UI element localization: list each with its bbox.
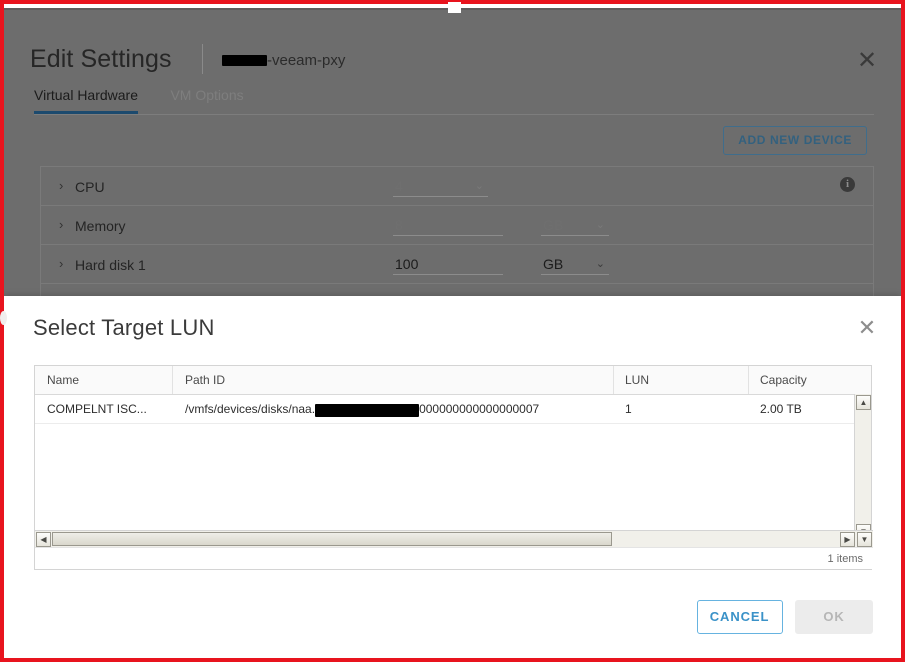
column-separator xyxy=(172,366,173,394)
expand-caret-icon[interactable]: › xyxy=(59,257,63,271)
scroll-right-icon[interactable]: ▶ xyxy=(840,532,855,547)
column-header-name[interactable]: Name xyxy=(47,373,79,388)
vm-name-suffix: -veeam-pxy xyxy=(267,52,346,69)
path-suffix: 000000000000000007 xyxy=(419,402,540,416)
dialog-top-edge xyxy=(4,8,901,10)
chevron-down-icon[interactable]: ⌄ xyxy=(475,178,484,194)
screenshot-root: Edit Settings -veeam-pxy ✕ Virtual Hardw… xyxy=(0,0,905,662)
column-header-capacity[interactable]: Capacity xyxy=(760,373,807,388)
scroll-up-icon[interactable]: ▲ xyxy=(856,395,871,410)
device-row-hard-disk-1[interactable]: › Hard disk 1 100 GB ⌄ xyxy=(41,245,873,284)
cell-lun: 1 xyxy=(625,402,632,416)
cancel-button[interactable]: CANCEL xyxy=(696,600,783,634)
hard-disk-size-value: 100 xyxy=(395,256,419,272)
tab-bar-rule xyxy=(34,114,874,115)
device-label-hard-disk-1: Hard disk 1 xyxy=(75,257,146,273)
redaction-bar-path-id xyxy=(315,404,420,418)
vm-name: -veeam-pxy xyxy=(222,51,345,71)
memory-unit-select[interactable]: GB ⌄ xyxy=(541,215,609,236)
page-title: Edit Settings xyxy=(30,45,172,73)
capture-frame-bottom xyxy=(0,658,905,662)
edit-settings-dialog: Edit Settings -veeam-pxy ✕ Virtual Hardw… xyxy=(4,8,901,298)
add-new-device-button[interactable]: ADD NEW DEVICE xyxy=(723,126,867,155)
cell-name: COMPELNT ISC... xyxy=(47,402,147,416)
column-separator xyxy=(613,366,614,394)
lun-dialog-title: Select Target LUN xyxy=(33,315,215,340)
cell-capacity: 2.00 TB xyxy=(760,402,802,416)
memory-size-input[interactable]: 8 xyxy=(393,215,503,236)
lun-table-footer: 1 items xyxy=(35,547,873,569)
redaction-bar-vm-name xyxy=(222,54,267,66)
edit-settings-header: Edit Settings -veeam-pxy ✕ xyxy=(4,24,901,74)
lun-table-body: COMPELNT ISC... /vmfs/devices/disks/naa.… xyxy=(35,395,871,541)
hard-disk-unit-value: GB xyxy=(543,256,564,272)
cpu-count-value: 4 xyxy=(395,178,403,194)
scrollbar-thumb[interactable] xyxy=(52,532,612,546)
close-icon[interactable]: ✕ xyxy=(855,49,879,73)
chevron-down-icon[interactable]: ⌄ xyxy=(596,217,605,233)
lun-table-header: Name Path ID LUN Capacity xyxy=(35,366,871,395)
cell-path-id: /vmfs/devices/disks/naa. 0000000000000000… xyxy=(185,401,540,418)
horizontal-scrollbar[interactable]: ◀ ▶ ▼ xyxy=(35,530,873,547)
device-label-cpu: CPU xyxy=(75,179,105,195)
expand-caret-icon[interactable]: › xyxy=(59,179,63,193)
hard-disk-unit-select[interactable]: GB ⌄ xyxy=(541,254,609,275)
cpu-count-select[interactable]: 4 ⌄ xyxy=(393,176,488,197)
item-count: 1 items xyxy=(827,553,863,565)
lun-table: Name Path ID LUN Capacity COMPELNT ISC..… xyxy=(34,365,873,570)
title-divider xyxy=(202,44,203,74)
device-row-cpu[interactable]: › CPU 4 ⌄ i xyxy=(41,167,873,206)
hard-disk-size-input[interactable]: 100 xyxy=(393,254,503,275)
tab-vm-options[interactable]: VM Options xyxy=(170,86,243,111)
memory-unit-value: GB xyxy=(543,217,564,233)
column-header-path-id[interactable]: Path ID xyxy=(185,373,225,388)
device-row-memory[interactable]: › Memory 8 GB ⌄ xyxy=(41,206,873,245)
column-header-lun[interactable]: LUN xyxy=(625,373,649,388)
scrollbar-corner-icon[interactable]: ▼ xyxy=(857,532,872,547)
tab-virtual-hardware[interactable]: Virtual Hardware xyxy=(34,86,139,114)
device-list: › CPU 4 ⌄ i › Memory 8 GB ⌄ › Hard disk … xyxy=(40,166,874,298)
scroll-left-icon[interactable]: ◀ xyxy=(36,532,51,547)
capture-frame-top xyxy=(0,0,905,4)
ok-button: OK xyxy=(795,600,873,634)
memory-size-value: 8 xyxy=(395,217,403,233)
info-icon[interactable]: i xyxy=(840,177,855,192)
device-label-memory: Memory xyxy=(75,218,126,234)
column-separator xyxy=(748,366,749,394)
table-row[interactable]: COMPELNT ISC... /vmfs/devices/disks/naa.… xyxy=(35,395,871,424)
vertical-scrollbar[interactable]: ▲ ▼ xyxy=(854,394,871,540)
chevron-down-icon[interactable]: ⌄ xyxy=(596,256,605,272)
close-icon[interactable]: ✕ xyxy=(856,316,878,340)
dialog-actions: CANCEL OK xyxy=(696,600,873,634)
select-target-lun-dialog: Select Target LUN ✕ Name Path ID LUN Cap… xyxy=(4,296,901,658)
capture-frame-right xyxy=(901,0,905,662)
tab-bar: Virtual Hardware VM Options xyxy=(34,86,272,114)
path-prefix: /vmfs/devices/disks/naa. xyxy=(185,402,316,416)
expand-caret-icon[interactable]: › xyxy=(59,218,63,232)
